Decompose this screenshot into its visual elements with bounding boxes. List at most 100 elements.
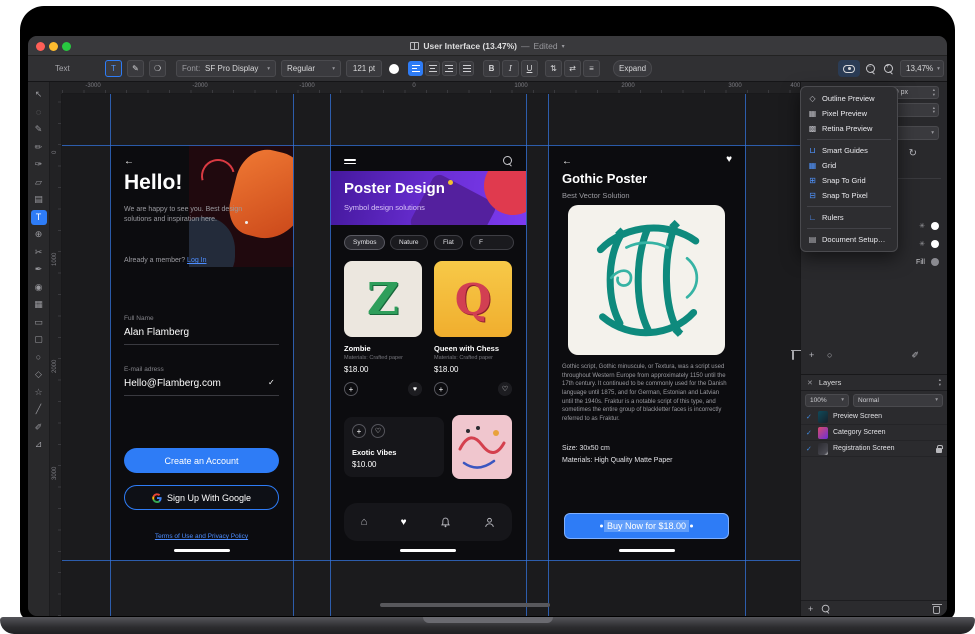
notifications-icon[interactable] [440,517,451,528]
blend-mode-dropdown[interactable]: Normal ▾ [853,394,943,407]
menu-item-snap-to-grid[interactable]: ⊞ Snap To Grid [801,173,897,188]
zombie-card-image[interactable]: Z [344,261,422,337]
favorite-button[interactable]: ♡ [498,382,512,396]
favorites-icon[interactable]: ♥ [401,517,407,528]
check-icon[interactable]: ✓ [806,445,813,453]
transform-tool[interactable]: ⊕ [31,227,47,242]
profile-icon[interactable] [484,517,495,528]
eraser-tool[interactable]: ▱ [31,175,47,190]
align-justify-button[interactable] [459,61,474,76]
pill-partial[interactable]: F [470,235,514,250]
edited-menu[interactable]: Edited [533,41,557,51]
font-weight-dropdown[interactable]: Regular ▾ [281,60,341,77]
email-field[interactable]: Hello@Flamberg.com [124,378,221,389]
canvas[interactable]: ← Hello! We are happy to see you. Best d… [62,94,800,616]
menu-item-document-setup[interactable]: ▤ Document Setup… [801,232,897,247]
back-arrow-icon[interactable]: ← [562,156,572,167]
gear-icon[interactable]: ✳ [919,240,925,248]
panel-scroll-arrows[interactable]: ▴▾ [939,378,941,387]
poster-card[interactable] [568,205,725,355]
letter-spacing-button[interactable]: ⇄ [564,60,581,77]
color-swatch[interactable] [931,240,939,248]
pencil-tool[interactable]: ✏ [31,140,47,155]
zoom-tool[interactable]: ◉ [31,280,47,295]
underline-button[interactable]: U [521,60,538,77]
add-to-cart-button[interactable]: + [352,424,366,438]
align-right-button[interactable] [442,61,457,76]
lasso-tool[interactable]: ◌ [31,105,47,120]
favorite-button[interactable]: ♡ [371,424,385,438]
menu-item-smart-guides[interactable]: ⊔ Smart Guides [801,143,897,158]
stepper-icon[interactable]: ▴▾ [933,106,935,115]
buy-now-button[interactable]: Buy Now for $18.00 [564,513,729,539]
opacity-dropdown[interactable]: 100% ▾ [805,394,849,407]
layer-row-preview-screen[interactable]: ✓ Preview Screen [801,409,947,425]
text-style-toggle[interactable]: T [105,60,122,77]
text-color-swatch[interactable] [389,64,399,74]
measure-tool[interactable]: ⊿ [31,437,47,452]
terms-link[interactable]: Terms of Use and Privacy Policy [155,533,248,540]
eyedropper-tool[interactable]: ✒ [31,262,47,277]
align-left-button[interactable] [408,61,423,76]
scissors-tool[interactable]: ✂ [31,245,47,260]
vector-style-toggle[interactable]: ✎ [127,60,144,77]
ellipse-tool[interactable]: ○ [31,350,47,365]
queen-card-image[interactable]: Q [434,261,512,337]
menu-item-retina-preview[interactable]: ▩ Retina Preview [801,121,897,136]
line-tool[interactable]: ╱ [31,402,47,417]
home-icon[interactable]: ⌂ [361,516,368,528]
layer-row-registration-screen[interactable]: ✓ Registration Screen [801,441,947,457]
add-to-cart-button[interactable]: + [434,382,448,396]
italic-button[interactable]: I [502,60,519,77]
pill-symbos[interactable]: Symbos [344,235,385,250]
style-row[interactable]: ✳ [919,222,939,230]
align-center-button[interactable] [425,61,440,76]
menu-icon[interactable] [344,157,356,166]
add-layer-icon[interactable]: + [808,604,813,614]
add-to-cart-button[interactable]: + [344,382,358,396]
vector-tool[interactable]: ✐ [31,420,47,435]
check-icon[interactable]: ✓ [806,429,813,437]
brush-icon[interactable]: ✐ [911,350,919,361]
font-family-dropdown[interactable]: Font: SF Pro Display ▾ [176,60,276,77]
line-spacing-button[interactable]: ⇅ [545,60,562,77]
add-icon[interactable]: + [809,350,814,360]
artboard-preview-screen[interactable]: ← ♥ Gothic Poster Best Vector Solution [548,145,745,560]
pen-tool[interactable]: ✎ [31,122,47,137]
artboard-category-screen[interactable]: Poster Design Symbol design solutions Sy… [330,145,526,560]
favorite-icon[interactable]: ♥ [726,154,732,165]
ellipse-icon[interactable]: ○ [827,350,832,360]
google-signup-button[interactable]: Sign Up With Google [124,485,279,510]
exotic-vibes-card[interactable]: + ♡ Exotic Vibes $10.00 [344,417,444,477]
menu-item-rulers[interactable]: ∟ Rulers [801,210,897,225]
color-swatch[interactable] [931,222,939,230]
exotic-card-image[interactable] [452,415,512,479]
view-options-button[interactable] [838,60,860,77]
gear-icon[interactable]: ✳ [919,222,925,230]
close-icon[interactable]: ✕ [807,379,813,387]
text-tool[interactable]: T [31,210,47,225]
favorite-button[interactable]: ♥ [408,382,422,396]
search-icon[interactable] [503,156,513,166]
artboard-registration-screen[interactable]: ← Hello! We are happy to see you. Best d… [110,145,293,560]
trash-icon[interactable] [792,351,794,360]
menu-item-outline-preview[interactable]: ◇ Outline Preview [801,91,897,106]
bold-button[interactable]: B [483,60,500,77]
zoom-level-dropdown[interactable]: 13,47% ▾ [900,60,944,77]
rotate-icon[interactable]: ↻ [909,148,917,159]
rectangle-tool[interactable]: ▭ [31,315,47,330]
pill-nature[interactable]: Nature [390,235,428,250]
move-tool[interactable]: ↖ [31,87,47,102]
grid-tool[interactable]: ▦ [31,297,47,312]
fullname-field[interactable]: Alan Flamberg [124,327,189,338]
color-style-toggle[interactable]: ❍ [149,60,166,77]
polygon-tool[interactable]: ◇ [31,367,47,382]
menu-item-pixel-preview[interactable]: ▦ Pixel Preview [801,106,897,121]
fill-row[interactable]: Fill [916,258,939,266]
trash-icon[interactable] [933,606,940,614]
login-link[interactable]: Log In [187,257,206,264]
check-icon[interactable]: ✓ [806,413,813,421]
table-tool[interactable]: ▤ [31,192,47,207]
pill-flat[interactable]: Flat [434,235,463,250]
expand-button[interactable]: Expand [613,60,652,77]
